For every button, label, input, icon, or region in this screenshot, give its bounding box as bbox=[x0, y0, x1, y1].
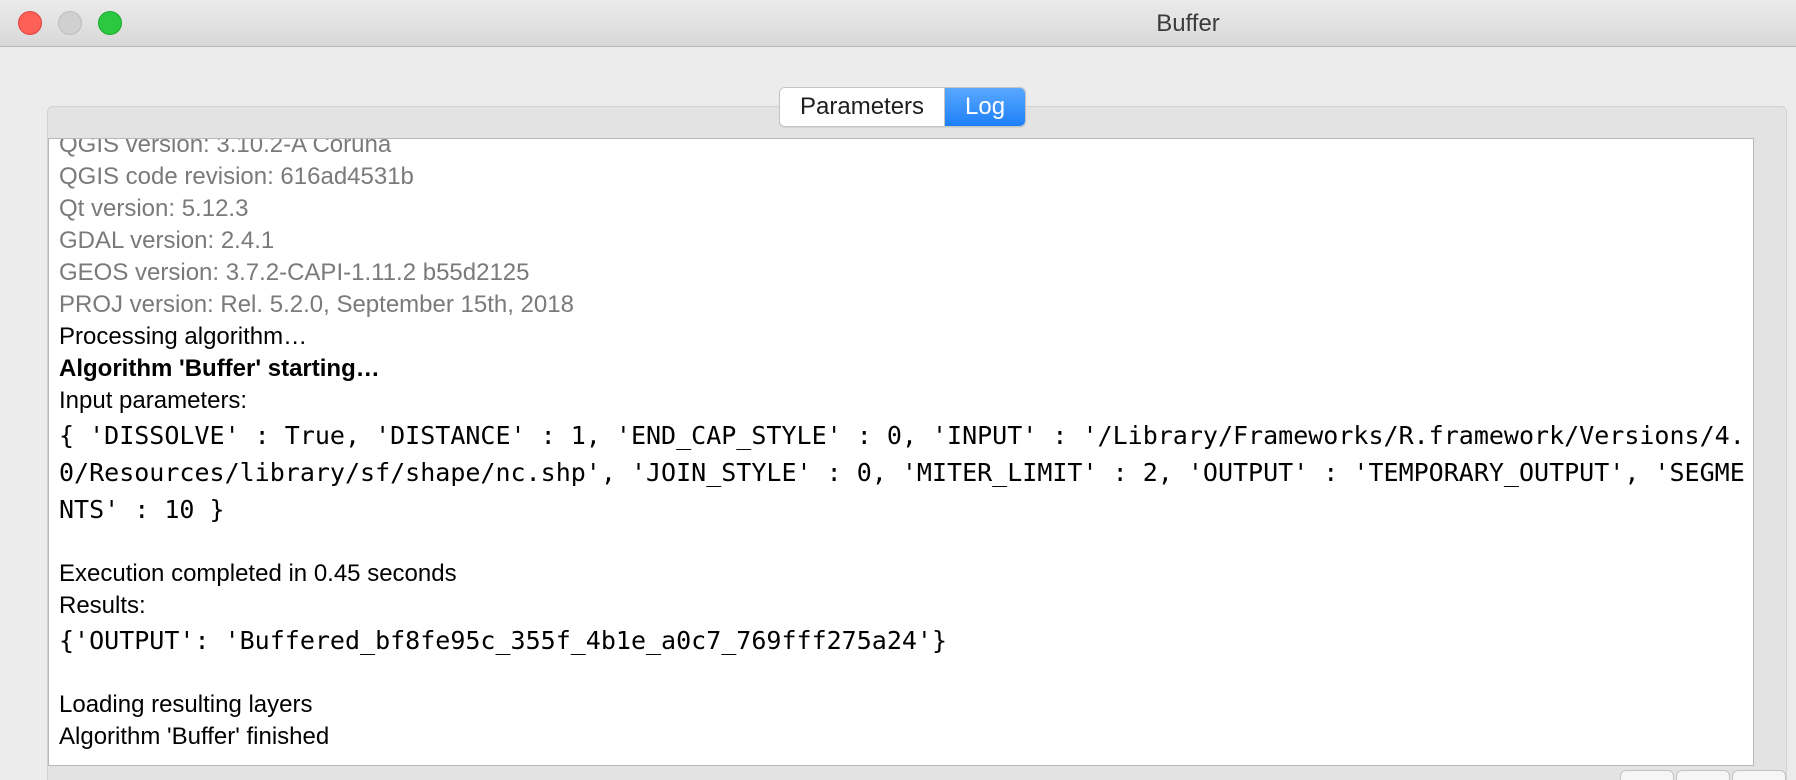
log-text-area[interactable]: QGIS version: 3.10.2-A Coruña QGIS code … bbox=[48, 138, 1754, 766]
log-line-execution: Execution completed in 0.45 seconds bbox=[59, 560, 457, 587]
log-line-input-parameters-label: Input parameters: bbox=[59, 387, 248, 414]
log-line-qgis-code-revision: QGIS code revision: 616ad4531b bbox=[59, 163, 414, 190]
log-line-geos-version: GEOS version: 3.7.2-CAPI-1.11.2 b55d2125 bbox=[59, 259, 530, 286]
tab-bar: Parameters Log bbox=[779, 87, 1027, 127]
tab-parameters[interactable]: Parameters bbox=[780, 88, 945, 126]
log-line-proj-version: PROJ version: Rel. 5.2.0, September 15th… bbox=[59, 291, 574, 318]
log-line-loading: Loading resulting layers bbox=[59, 691, 313, 718]
buffer-dialog-window: Buffer Parameters Log QGIS version: 3.10… bbox=[0, 0, 1796, 780]
log-spacer bbox=[59, 528, 1749, 558]
log-input-parameters: { 'DISSOLVE' : True, 'DISTANCE' : 1, 'EN… bbox=[59, 421, 1745, 524]
log-line-results-label: Results: bbox=[59, 592, 146, 619]
log-line-qgis-version: QGIS version: 3.10.2-A Coruña bbox=[59, 138, 392, 158]
log-content: QGIS version: 3.10.2-A Coruña QGIS code … bbox=[59, 138, 1749, 753]
log-results: {'OUTPUT': 'Buffered_bf8fe95c_355f_4b1e_… bbox=[59, 626, 948, 655]
bottom-button-1[interactable] bbox=[1620, 770, 1674, 780]
log-line-starting: Algorithm 'Buffer' starting… bbox=[59, 355, 380, 382]
bottom-button-3[interactable] bbox=[1732, 770, 1786, 780]
log-line-qt-version: Qt version: 5.12.3 bbox=[59, 195, 249, 222]
window-title: Buffer bbox=[1156, 10, 1220, 37]
title-bar[interactable]: Buffer bbox=[0, 0, 1796, 47]
log-line-finished: Algorithm 'Buffer' finished bbox=[59, 723, 330, 750]
log-line-processing: Processing algorithm… bbox=[59, 323, 308, 350]
log-line-gdal-version: GDAL version: 2.4.1 bbox=[59, 227, 275, 254]
log-spacer bbox=[59, 659, 1749, 689]
bottom-button-2[interactable] bbox=[1676, 770, 1730, 780]
tab-log[interactable]: Log bbox=[944, 88, 1026, 126]
